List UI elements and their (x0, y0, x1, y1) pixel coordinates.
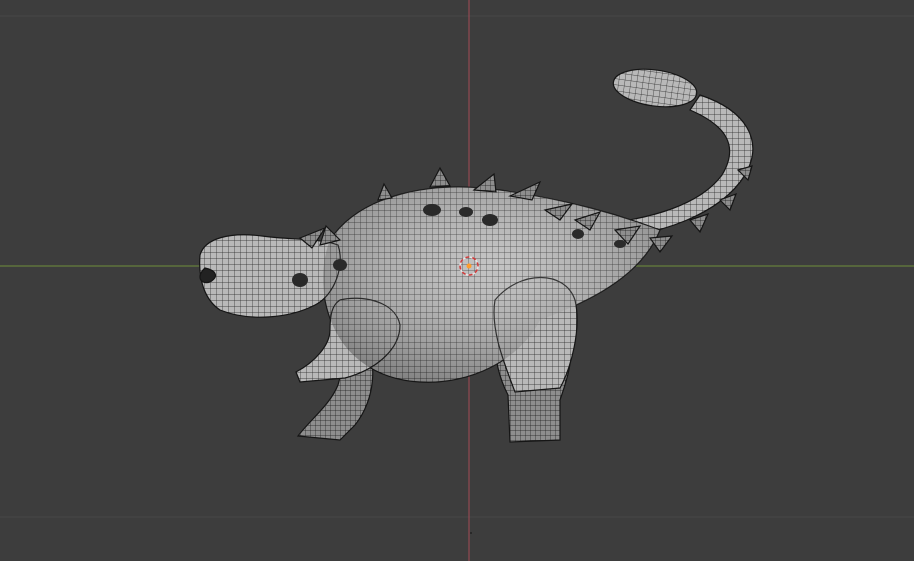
ankylosaurus-mesh[interactable] (199, 64, 754, 443)
3d-viewport[interactable] (0, 0, 914, 561)
viewport-canvas[interactable] (0, 0, 914, 561)
origin-dot (470, 532, 472, 534)
